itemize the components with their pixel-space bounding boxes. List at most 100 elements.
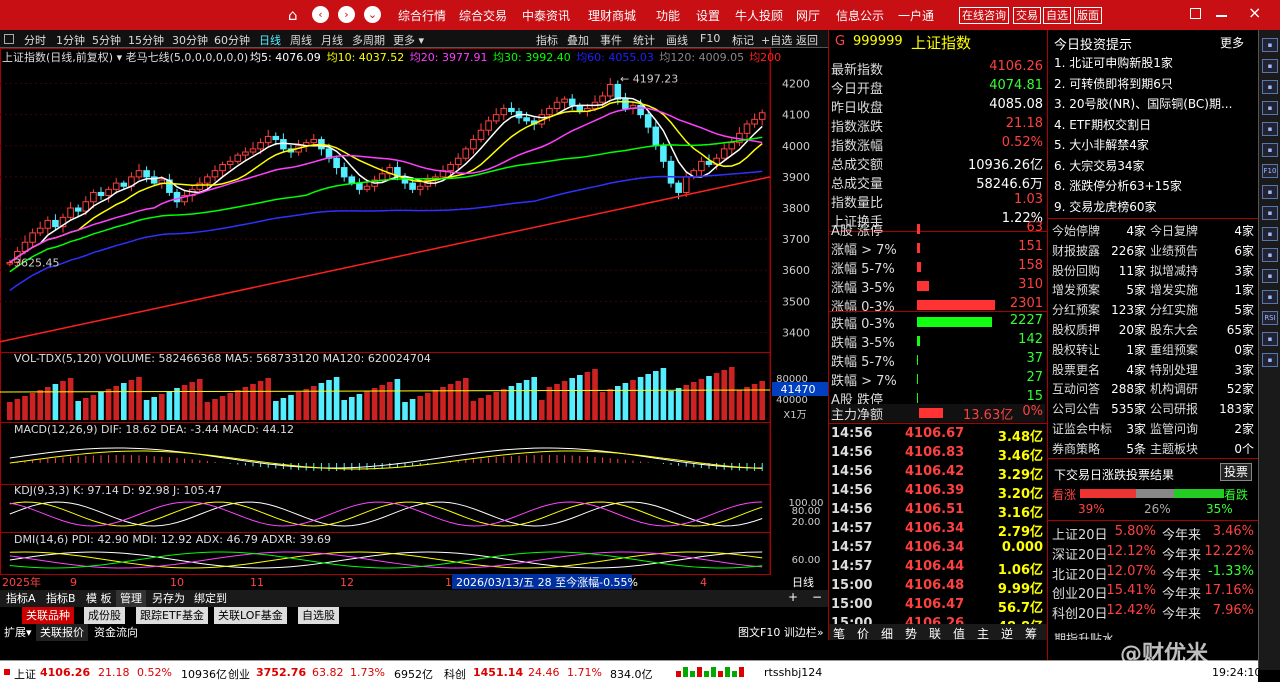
boxed-btn-0[interactable]: 在线咨询 [959, 7, 1009, 24]
boxed-btn-3[interactable]: 版面 [1074, 7, 1102, 24]
period-tab-5[interactable]: 60分钟 [214, 32, 250, 48]
menu-9[interactable]: 一户通 [898, 7, 934, 24]
menu-0[interactable]: 综合行情 [398, 7, 446, 24]
kline-chart-svg[interactable]: 4200 4100 4000 3900 3800 3700 3600 3500 3400 ← 41… [0, 48, 828, 590]
tip-item-7[interactable]: 9. 交易龙虎榜60家 [1054, 198, 1157, 215]
tool-btn-8[interactable]: 返回 [796, 32, 818, 48]
period-tab-6[interactable]: 日线 [259, 32, 281, 48]
tab-ext-1[interactable]: 关联报价 [36, 624, 88, 641]
period-tab-0[interactable]: 分时 [24, 32, 46, 48]
tip-item-3[interactable]: 4. ETF期权交割日 [1054, 116, 1151, 133]
forward-icon[interactable]: › [338, 6, 355, 23]
tab-indicator-0[interactable]: 指标A [2, 590, 40, 607]
menu-2[interactable]: 中泰资讯 [522, 7, 570, 24]
period-tab-4[interactable]: 30分钟 [172, 32, 208, 48]
collapse-icon[interactable] [4, 34, 14, 44]
quote-tab-3[interactable]: 势 [905, 625, 917, 642]
stat-row-7[interactable]: 股票更名 4家 特别处理 3家 [1052, 361, 1256, 379]
fund-icon[interactable]: ▪ [1262, 227, 1278, 241]
quote-tab-5[interactable]: 值 [953, 625, 965, 642]
menu-1[interactable]: 综合交易 [459, 7, 507, 24]
quote-tab-2[interactable]: 细 [881, 625, 893, 642]
pen-icon[interactable]: ▪ [1262, 353, 1278, 367]
stat-row-6[interactable]: 股权转让 1家 重组预案 0家 [1052, 341, 1256, 359]
tag-icon[interactable]: ▪ [1262, 206, 1278, 220]
tab-indicator-3[interactable]: 管理 [116, 590, 146, 607]
tip-item-4[interactable]: 5. 大小非解禁4家 [1054, 136, 1149, 153]
tab-related-0[interactable]: 关联品种 [22, 607, 74, 624]
window-min-icon[interactable] [1216, 15, 1227, 17]
home-icon[interactable]: ▪ [1262, 38, 1278, 52]
tab-indicator-1[interactable]: 指标B [42, 590, 80, 607]
menu-5[interactable]: 设置 [696, 7, 720, 24]
menu-3[interactable]: 理财商城 [588, 7, 636, 24]
period-tab-9[interactable]: 多周期 [352, 32, 385, 48]
bottom-right-link[interactable]: 图文F10 训边栏» [734, 624, 828, 641]
tip-item-5[interactable]: 6. 大宗交易34家 [1054, 157, 1145, 174]
stat-row-5[interactable]: 股权质押 20家 股东大会 65家 [1052, 321, 1256, 339]
vote-button[interactable]: 投票 [1220, 463, 1252, 481]
tool-btn-6[interactable]: 标记 [732, 32, 754, 48]
menu-down-icon[interactable]: ⌄ [364, 6, 381, 23]
boxed-btn-2[interactable]: 自选 [1043, 7, 1071, 24]
tool-btn-1[interactable]: 叠加 [567, 32, 589, 48]
quote-tab-8[interactable]: 筹 [1025, 625, 1037, 642]
tab-indicator-2[interactable]: 模 板 [82, 590, 116, 607]
tab-ext-2[interactable]: 资金流向 [90, 624, 142, 641]
menu-4[interactable]: 功能 [656, 7, 680, 24]
chart-area[interactable]: 4200 4100 4000 3900 3800 3700 3600 3500 3400 ← 41… [0, 48, 828, 590]
tool-btn-2[interactable]: 事件 [600, 32, 622, 48]
tip-item-1[interactable]: 2. 可转债即将到期6只 [1054, 75, 1173, 92]
list-icon[interactable]: ▪ [1262, 59, 1278, 73]
stat-row-3[interactable]: 增发预案 5家 增发实施 1家 [1052, 281, 1256, 299]
stat-row-9[interactable]: 公司公告 535家 公司研报 183家 [1052, 400, 1256, 418]
grid-icon[interactable]: ▪ [1262, 101, 1278, 115]
period-tab-2[interactable]: 5分钟 [92, 32, 121, 48]
table-icon[interactable]: ▪ [1262, 122, 1278, 136]
f10-icon[interactable]: F10 [1262, 164, 1278, 178]
window-restore-icon[interactable] [1190, 8, 1201, 19]
rsi-icon[interactable]: RSI [1262, 311, 1278, 325]
news-icon[interactable]: ▪ [1262, 185, 1278, 199]
menu-8[interactable]: 信息公示 [836, 7, 884, 24]
stat-row-4[interactable]: 分红预案 123家 分红实施 5家 [1052, 301, 1256, 319]
home-icon[interactable]: ⌂ [288, 6, 298, 24]
menu-6[interactable]: 牛人投顾 [735, 7, 783, 24]
tab-related-2[interactable]: 跟踪ETF基金 [136, 607, 208, 624]
period-tab-3[interactable]: 15分钟 [128, 32, 164, 48]
tips-more[interactable]: 更多 [1220, 34, 1244, 51]
bell-icon[interactable]: ▪ [1262, 290, 1278, 304]
add-icon[interactable]: + [788, 590, 798, 604]
boxed-btn-1[interactable]: 交易 [1013, 7, 1041, 24]
period-tab-8[interactable]: 月线 [321, 32, 343, 48]
quote-tab-1[interactable]: 价 [857, 625, 869, 642]
period-tab-10[interactable]: 更多 ▾ [393, 32, 424, 48]
bond-icon[interactable]: ▪ [1262, 248, 1278, 262]
tab-ext-0[interactable]: 扩展▾ [0, 624, 36, 641]
window-close-icon[interactable]: × [1248, 3, 1261, 22]
tab-indicator-4[interactable]: 另存为 [148, 590, 189, 607]
tip-item-0[interactable]: 1. 北证可申购新股1家 [1054, 54, 1173, 71]
tool-btn-0[interactable]: 指标 [536, 32, 558, 48]
quote-tab-0[interactable]: 笔 [833, 625, 845, 642]
tab-related-1[interactable]: 成份股 [84, 607, 125, 624]
chart-icon[interactable]: ▪ [1262, 80, 1278, 94]
tool-btn-5[interactable]: F10 [700, 32, 720, 45]
stat-row-0[interactable]: 今始停牌 4家 今日复牌 4家 [1052, 222, 1256, 240]
back-icon[interactable]: ‹ [312, 6, 329, 23]
sec-icon[interactable]: ▪ [1262, 269, 1278, 283]
tool-btn-4[interactable]: 画线 [666, 32, 688, 48]
quote-tab-7[interactable]: 逆 [1001, 625, 1013, 642]
quote-tab-6[interactable]: 主 [977, 625, 989, 642]
tip-item-2[interactable]: 3. 20号胶(NR)、国际铜(BC)期... [1054, 95, 1232, 112]
tab-indicator-5[interactable]: 绑定到 [190, 590, 231, 607]
tab-related-4[interactable]: 自选股 [298, 607, 339, 624]
stat-row-11[interactable]: 券商策略 5条 主题板块 0个 [1052, 440, 1256, 458]
line-icon[interactable]: ▪ [1262, 143, 1278, 157]
stat-row-8[interactable]: 互动问答 288家 机构调研 52家 [1052, 380, 1256, 398]
menu-7[interactable]: 网厅 [796, 7, 820, 24]
chart2-icon[interactable]: ▪ [1262, 332, 1278, 346]
tool-btn-3[interactable]: 统计 [633, 32, 655, 48]
period-tab-1[interactable]: 1分钟 [56, 32, 85, 48]
stat-row-10[interactable]: 证监会中标 3家 监管问询 2家 [1052, 420, 1256, 438]
